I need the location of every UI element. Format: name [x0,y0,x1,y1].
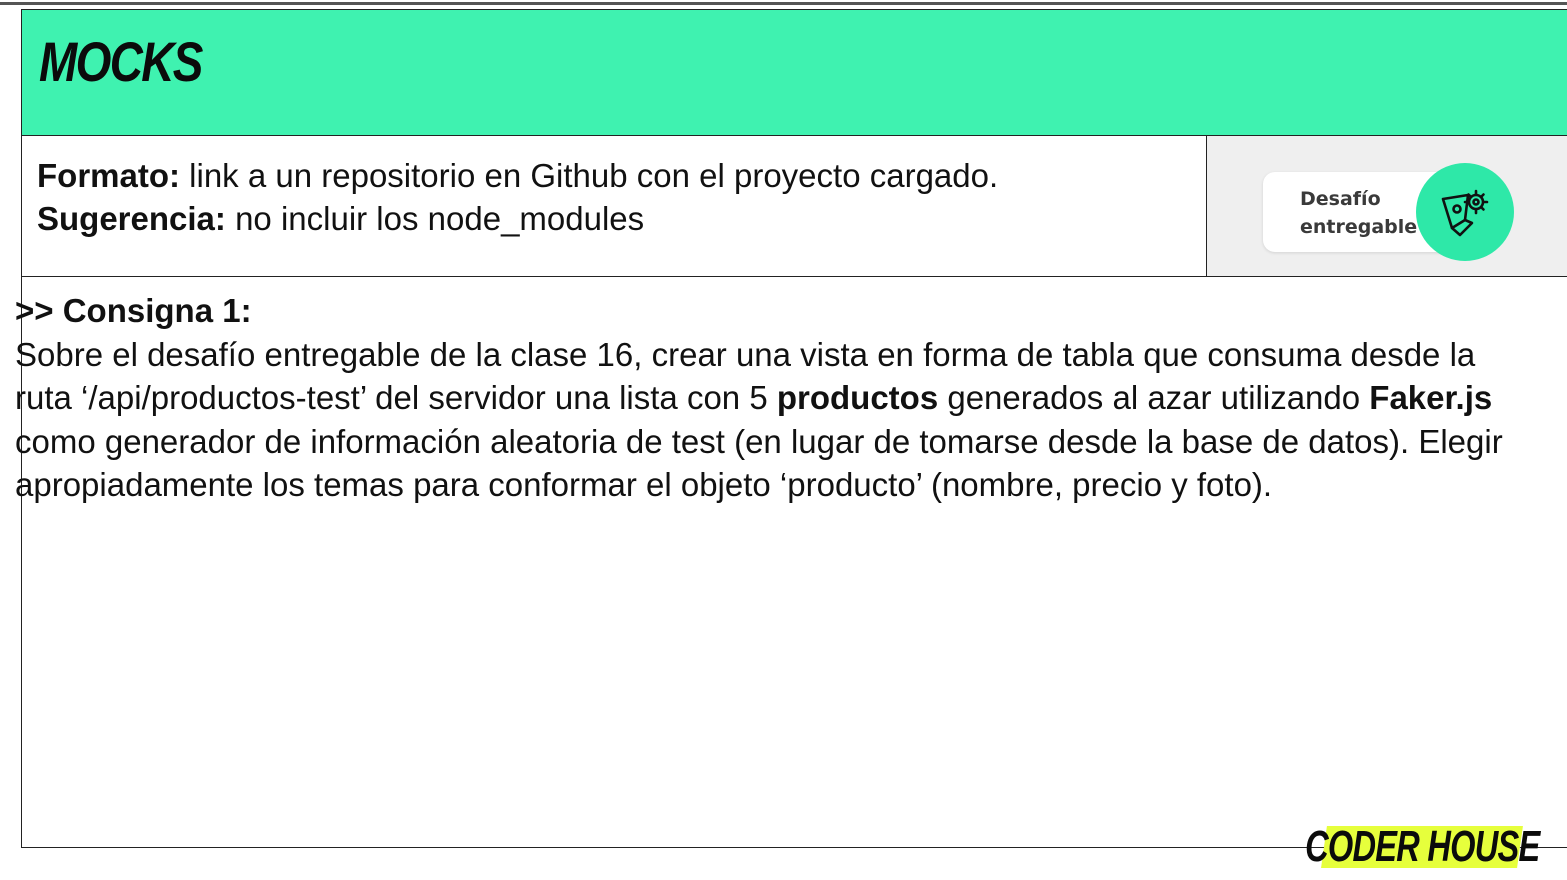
consigna-heading: >> Consigna 1: [15,292,252,329]
consigna-text-2: generados al azar utilizando [938,379,1370,416]
format-row: Formato: link a un repositorio en Github… [22,136,1567,277]
consigna-bold-productos: productos [776,379,939,416]
top-rule [0,2,1567,5]
badge-line-1: Desafío [1300,188,1381,210]
sugerencia-label: Sugerencia: [37,200,226,237]
badge-circle [1416,163,1514,261]
logo-text: CODER HOUSE [1304,822,1540,871]
consigna-text-3: como generador de información aleatoria … [15,422,1503,504]
badge-line-2: entregable [1300,216,1418,238]
consigna-bold-faker: Faker.js [1369,379,1493,416]
page-title: MOCKS [39,30,203,93]
formato-value: link a un repositorio en Github con el p… [180,157,999,194]
format-text: Formato: link a un repositorio en Github… [37,154,1187,240]
header-band: MOCKS [22,10,1567,136]
consigna-body: Sobre el desafío entregable de la clase … [15,333,1515,507]
badge-cell: Desafío entregable [1206,136,1567,276]
badge-text: Desafío entregable [1300,185,1417,241]
formato-label: Formato: [37,157,180,194]
sugerencia-value: no incluir los node_modules [225,200,645,237]
consigna-section: >> Consigna 1: Sobre el desafío entregab… [15,289,1515,507]
sugerencia-line: Sugerencia: no incluir los node_modules [37,197,1187,240]
formato-line: Formato: link a un repositorio en Github… [37,154,1187,197]
pen-gear-icon [1441,189,1489,237]
coderhouse-logo: CODER HOUSE [1305,822,1539,871]
